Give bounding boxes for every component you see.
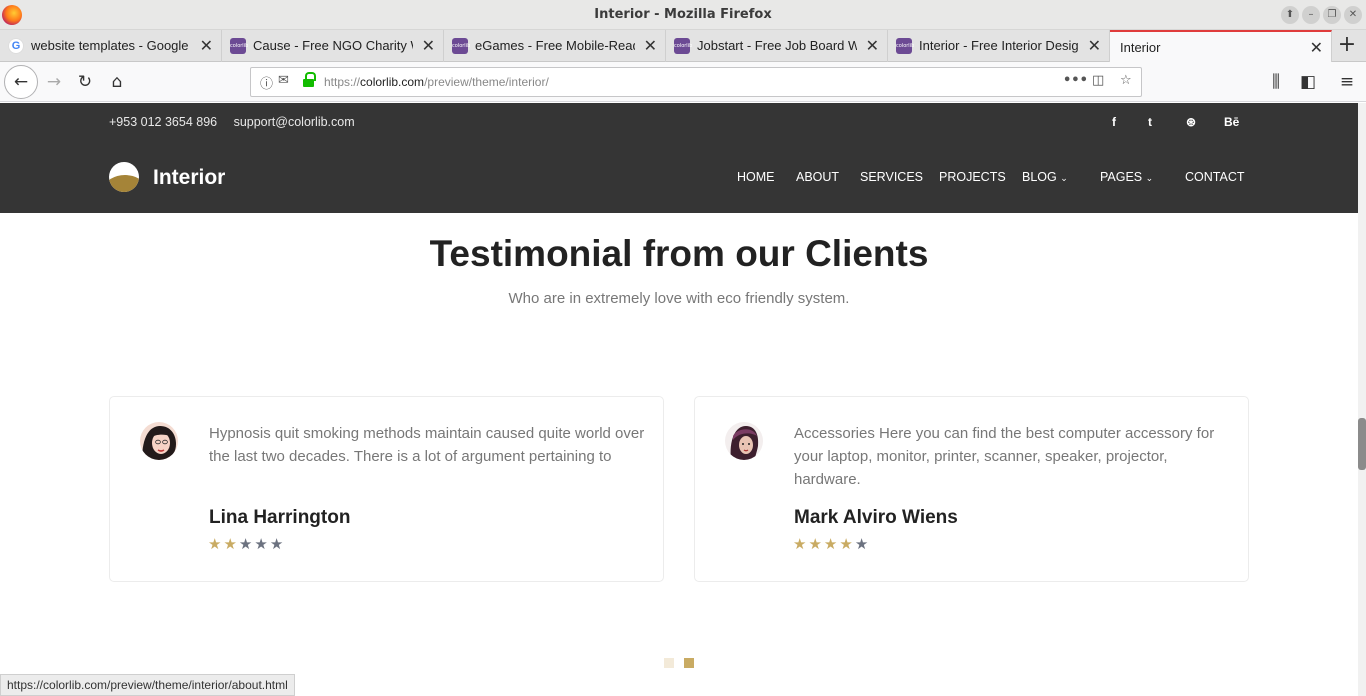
star-empty-icon: ★ bbox=[854, 535, 871, 553]
nav-blog[interactable]: BLOG ⌄ bbox=[1022, 170, 1068, 184]
testimonial-card: Accessories Here you can find the best c… bbox=[694, 396, 1249, 582]
facebook-icon[interactable]: f bbox=[1112, 115, 1116, 129]
carousel-dot-1[interactable] bbox=[664, 658, 674, 668]
window-up-icon[interactable]: ⬆ bbox=[1281, 6, 1299, 24]
permissions-icon[interactable]: ✉ bbox=[278, 73, 289, 88]
tab-close-icon[interactable]: ✕ bbox=[200, 36, 213, 55]
star-filled-icon: ★ bbox=[823, 535, 840, 553]
header-contact: +953 012 3654 896 support@colorlib.com bbox=[109, 115, 368, 129]
bookmark-star-icon[interactable]: ☆ bbox=[1120, 73, 1132, 88]
lock-icon[interactable] bbox=[303, 72, 316, 88]
forward-button[interactable]: → bbox=[40, 68, 68, 96]
star-filled-icon: ★ bbox=[793, 535, 809, 553]
page-actions-icon[interactable]: ••• bbox=[1063, 73, 1088, 88]
email-address[interactable]: support@colorlib.com bbox=[234, 115, 355, 129]
tab-jobstart[interactable]: colorlib Jobstart - Free Job Board Web ✕ bbox=[666, 30, 888, 62]
avatar bbox=[725, 422, 763, 460]
twitter-icon[interactable]: t bbox=[1148, 115, 1152, 129]
tab-label: Interior bbox=[1120, 40, 1161, 55]
tab-label: Cause - Free NGO Charity We bbox=[253, 38, 413, 53]
testimonial-name: Mark Alviro Wiens bbox=[794, 507, 958, 528]
page-scrollbar[interactable] bbox=[1358, 103, 1366, 696]
star-rating: ★★★★★ bbox=[793, 535, 870, 553]
tab-interior-design[interactable]: colorlib Interior - Free Interior Design… bbox=[888, 30, 1110, 62]
tab-close-icon[interactable]: ✕ bbox=[1088, 36, 1101, 55]
site-brand[interactable]: Interior bbox=[153, 166, 225, 190]
avatar bbox=[140, 422, 178, 460]
dribbble-icon[interactable]: ⊛ bbox=[1186, 115, 1196, 129]
section-subtitle: Who are in extremely love with eco frien… bbox=[508, 290, 850, 307]
tab-label: Interior - Free Interior Design bbox=[919, 38, 1079, 53]
testimonial-name: Lina Harrington bbox=[209, 507, 351, 528]
colorlib-icon: colorlib bbox=[674, 38, 692, 54]
sidebar-icon[interactable]: ◧ bbox=[1294, 68, 1322, 96]
tab-egames[interactable]: colorlib eGames - Free Mobile-Ready ✕ bbox=[444, 30, 666, 62]
chevron-down-icon: ⌄ bbox=[1060, 173, 1068, 183]
testimonial-card: Hypnosis quit smoking methods maintain c… bbox=[109, 396, 664, 582]
tab-close-icon[interactable]: ✕ bbox=[644, 36, 657, 55]
star-empty-icon: ★ bbox=[238, 535, 255, 553]
tab-close-icon[interactable]: ✕ bbox=[422, 36, 435, 55]
minimize-button[interactable]: – bbox=[1302, 6, 1320, 24]
star-filled-icon: ★ bbox=[808, 535, 824, 553]
url-text[interactable]: https://colorlib.com/preview/theme/inter… bbox=[324, 75, 549, 89]
chevron-down-icon: ⌄ bbox=[1145, 173, 1154, 183]
status-bar: https://colorlib.com/preview/theme/inter… bbox=[0, 674, 295, 696]
home-button[interactable]: ⌂ bbox=[103, 68, 131, 96]
nav-toolbar: ← → ↻ ⌂ ⓘ ✉ https://colorlib.com/preview… bbox=[0, 62, 1366, 102]
testimonial-quote: Hypnosis quit smoking methods maintain c… bbox=[209, 425, 645, 465]
url-bar[interactable]: ⓘ ✉ https://colorlib.com/preview/theme/i… bbox=[250, 67, 1142, 97]
nav-services[interactable]: SERVICES bbox=[860, 170, 923, 184]
tab-close-icon[interactable]: ✕ bbox=[866, 36, 879, 55]
star-filled-icon: ★ bbox=[223, 535, 239, 553]
star-empty-icon: ★ bbox=[254, 535, 270, 553]
nav-about[interactable]: ABOUT bbox=[796, 170, 839, 184]
google-icon: G bbox=[8, 38, 24, 54]
new-tab-button[interactable]: + bbox=[1335, 34, 1359, 58]
tab-bar: G website templates - Google S ✕ colorli… bbox=[0, 30, 1366, 62]
star-filled-icon: ★ bbox=[839, 535, 855, 553]
scrollbar-thumb[interactable] bbox=[1358, 418, 1366, 470]
tab-cause[interactable]: colorlib Cause - Free NGO Charity We ✕ bbox=[222, 30, 444, 62]
behance-icon[interactable]: Bē bbox=[1224, 115, 1239, 129]
nav-contact[interactable]: CONTACT bbox=[1185, 170, 1245, 184]
carousel-dot-2[interactable] bbox=[684, 658, 694, 668]
info-icon[interactable]: ⓘ bbox=[260, 73, 273, 92]
window-titlebar: Interior - Mozilla Firefox ⬆ – ❐ ✕ bbox=[0, 0, 1366, 30]
tab-google[interactable]: G website templates - Google S ✕ bbox=[0, 30, 222, 62]
menu-icon[interactable]: ≡ bbox=[1333, 68, 1361, 96]
site-header: +953 012 3654 896 support@colorlib.com f… bbox=[0, 103, 1366, 213]
nav-pages-label: PAGES bbox=[1100, 170, 1143, 184]
nav-home[interactable]: HOME bbox=[737, 170, 775, 184]
nav-pages[interactable]: PAGES ⌄ bbox=[1100, 170, 1153, 184]
close-window-button[interactable]: ✕ bbox=[1344, 6, 1362, 24]
tab-close-icon[interactable]: ✕ bbox=[1310, 38, 1323, 57]
tab-interior-active[interactable]: Interior ✕ bbox=[1110, 30, 1332, 62]
window-title: Interior - Mozilla Firefox bbox=[594, 7, 772, 22]
testimonial-quote: Accessories Here you can find the best c… bbox=[794, 425, 1215, 488]
nav-projects[interactable]: PROJECTS bbox=[939, 170, 1006, 184]
tab-label: website templates - Google S bbox=[31, 38, 191, 53]
star-rating: ★★★★★ bbox=[208, 535, 285, 553]
section-title: Testimonial from our Clients bbox=[429, 233, 929, 274]
phone-number[interactable]: +953 012 3654 896 bbox=[109, 115, 217, 129]
nav-blog-label: BLOG bbox=[1022, 170, 1057, 184]
colorlib-icon: colorlib bbox=[452, 38, 470, 54]
tab-label: Jobstart - Free Job Board Web bbox=[697, 38, 857, 53]
tab-label: eGames - Free Mobile-Ready bbox=[475, 38, 635, 53]
library-icon[interactable]: ⫼ bbox=[1262, 68, 1290, 96]
back-button[interactable]: ← bbox=[4, 65, 38, 99]
colorlib-icon: colorlib bbox=[230, 38, 248, 54]
star-empty-icon: ★ bbox=[269, 535, 286, 553]
star-filled-icon: ★ bbox=[208, 535, 224, 553]
pocket-icon[interactable]: ◫ bbox=[1092, 73, 1104, 88]
colorlib-icon: colorlib bbox=[896, 38, 914, 54]
maximize-button[interactable]: ❐ bbox=[1323, 6, 1341, 24]
site-logo-icon[interactable] bbox=[109, 162, 139, 192]
reload-button[interactable]: ↻ bbox=[71, 68, 99, 96]
